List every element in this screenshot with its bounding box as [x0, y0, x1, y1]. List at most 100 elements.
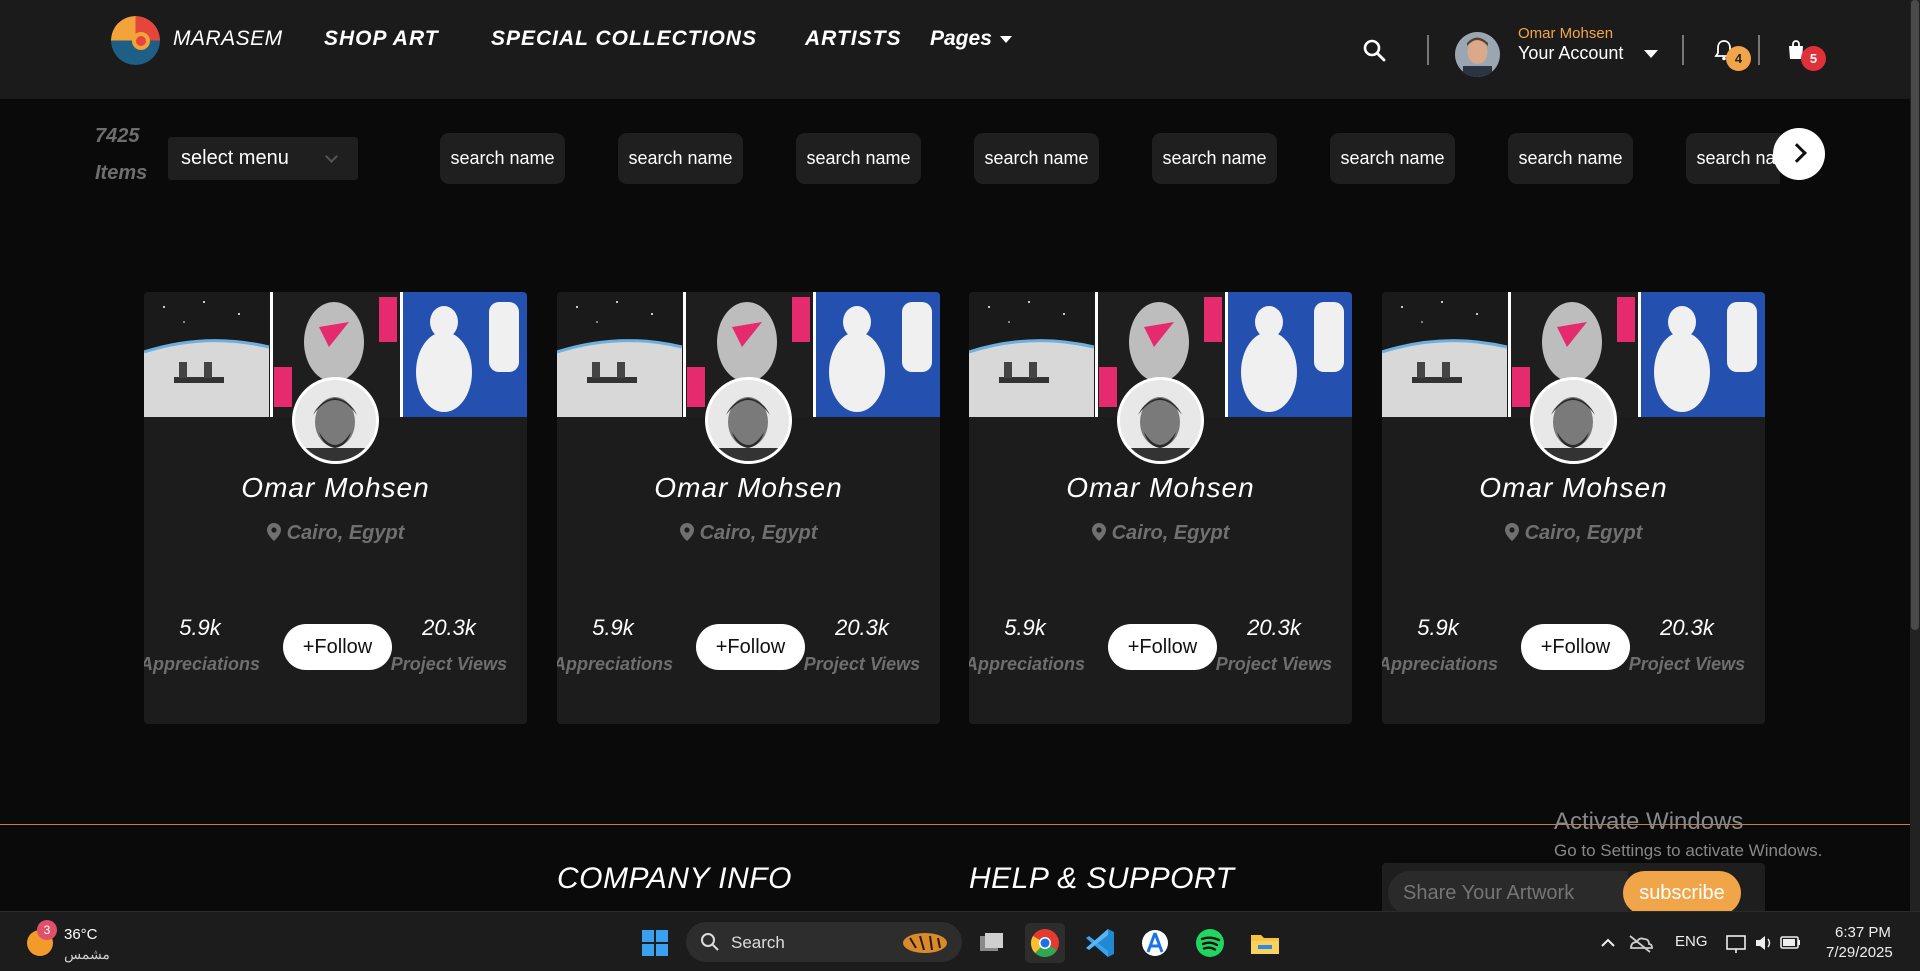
artist-avatar[interactable] [1530, 377, 1617, 464]
taskbar-search-box[interactable]: Search [686, 922, 962, 962]
artist-avatar[interactable] [1117, 377, 1204, 464]
account-avatar[interactable] [1455, 32, 1500, 77]
appreciations-label: Appreciations [144, 654, 261, 674]
follow-button[interactable]: +Follow [696, 624, 805, 670]
chips-next-button[interactable] [1773, 128, 1825, 180]
project-views-label: Project Views [1628, 654, 1746, 674]
account-label[interactable]: Your Account [1518, 43, 1623, 64]
nav-shop-art[interactable]: SHOP ART [324, 27, 439, 51]
search-chip[interactable]: search name [1152, 133, 1277, 184]
artist-location: Cairo, Egypt [144, 522, 527, 547]
task-view-icon[interactable] [971, 923, 1011, 963]
location-pin-icon [1091, 523, 1106, 547]
brand-name[interactable]: MARASEM [173, 27, 283, 51]
share-artwork-input[interactable] [1388, 871, 1628, 915]
vscode-icon[interactable] [1080, 923, 1120, 963]
clock-time[interactable]: 6:37 PM [1835, 924, 1891, 941]
project-views-count: 20.3k [1247, 615, 1301, 640]
windows-start-icon[interactable] [635, 923, 675, 963]
windows-taskbar: 3 36°C مشمس Search ENG 6:37 PM 7/29/2025 [0, 911, 1920, 971]
account-dropdown-caret-icon[interactable] [1644, 50, 1658, 58]
weather-condition[interactable]: مشمس [64, 946, 110, 963]
artist-name[interactable]: Omar Mohsen [969, 472, 1352, 504]
nav-special-collections[interactable]: SPECIAL COLLECTIONS [491, 27, 757, 51]
artist-location: Cairo, Egypt [557, 522, 940, 547]
windows-activation-subtitle: Go to Settings to activate Windows. [1554, 841, 1823, 860]
project-views-count: 20.3k [1660, 615, 1714, 640]
artist-card[interactable]: Omar Mohsen Cairo, Egypt 5.9k Appreciati… [1382, 292, 1765, 724]
project-views-label: Project Views [803, 654, 921, 674]
chrome-icon[interactable] [1025, 923, 1065, 963]
weather-temperature[interactable]: 36°C [64, 926, 98, 943]
search-chip[interactable]: search name [1330, 133, 1455, 184]
nav-pages-dropdown[interactable]: Pages [930, 27, 1012, 51]
select-menu-dropdown[interactable]: select menu [168, 137, 358, 180]
system-tray-network-volume-battery[interactable] [1715, 923, 1815, 963]
search-chip[interactable]: search name [618, 133, 743, 184]
artist-card[interactable]: Omar Mohsen Cairo, Egypt 5.9k Appreciati… [557, 292, 940, 724]
artist-location: Cairo, Egypt [969, 522, 1352, 547]
search-chip[interactable]: search name [1508, 133, 1633, 184]
search-chips-row: search name search name search name sear… [440, 133, 1780, 184]
follow-button[interactable]: +Follow [1108, 624, 1217, 670]
items-count-label: Items [95, 162, 148, 184]
appreciations-label: Appreciations [1382, 654, 1499, 674]
search-chip[interactable]: search name [440, 133, 565, 184]
notification-count-badge: 4 [1726, 46, 1751, 71]
appreciations-label: Appreciations [557, 654, 674, 674]
project-views-label: Project Views [390, 654, 508, 674]
artist-avatar[interactable] [292, 377, 379, 464]
scrollbar-thumb[interactable] [1911, 0, 1919, 630]
marasem-logo[interactable] [111, 16, 160, 65]
file-explorer-icon[interactable] [1245, 923, 1285, 963]
nav-artists[interactable]: ARTISTS [805, 27, 901, 51]
appreciations-label: Appreciations [969, 654, 1086, 674]
search-chip[interactable]: search name [1686, 133, 1780, 184]
search-chip[interactable]: search name [974, 133, 1099, 184]
taskbar-search-label: Search [731, 933, 785, 952]
artist-name[interactable]: Omar Mohsen [144, 472, 527, 504]
language-indicator[interactable]: ENG [1675, 933, 1708, 950]
artist-avatar[interactable] [705, 377, 792, 464]
artist-card[interactable]: Omar Mohsen Cairo, Egypt 5.9k Appreciati… [144, 292, 527, 724]
location-pin-icon [1504, 523, 1519, 547]
divider [1682, 35, 1684, 65]
top-navbar: MARASEM SHOP ART SPECIAL COLLECTIONS ART… [0, 0, 1910, 99]
artist-location-text: Cairo, Egypt [1111, 522, 1230, 544]
search-icon [701, 933, 719, 951]
follow-button[interactable]: +Follow [1521, 624, 1630, 670]
follow-button[interactable]: +Follow [283, 624, 392, 670]
chevron-down-icon [999, 35, 1012, 43]
subscribe-button[interactable]: subscribe [1623, 871, 1741, 915]
artist-location-text: Cairo, Egypt [286, 522, 405, 544]
chevron-down-icon [325, 150, 338, 163]
artist-location-text: Cairo, Egypt [699, 522, 818, 544]
search-icon[interactable] [1362, 38, 1386, 62]
nav-pages-label: Pages [930, 27, 992, 50]
artist-name[interactable]: Omar Mohsen [557, 472, 940, 504]
project-views-count: 20.3k [835, 615, 889, 640]
artist-card[interactable]: Omar Mohsen Cairo, Egypt 5.9k Appreciati… [969, 292, 1352, 724]
spotify-icon[interactable] [1190, 923, 1230, 963]
project-views-label: Project Views [1215, 654, 1333, 674]
windows-activation-title: Activate Windows [1554, 808, 1744, 835]
divider [1427, 35, 1429, 65]
weather-badge: 3 [37, 920, 57, 940]
project-views-count: 20.3k [422, 615, 476, 640]
location-pin-icon [679, 523, 694, 547]
location-pin-icon [266, 523, 281, 547]
page: MARASEM SHOP ART SPECIAL COLLECTIONS ART… [0, 0, 1920, 971]
artist-name[interactable]: Omar Mohsen [1382, 472, 1765, 504]
appreciations-count: 5.9k [1004, 615, 1046, 640]
appreciations-count: 5.9k [592, 615, 634, 640]
tiger-search-highlight-icon [903, 933, 947, 953]
cart-count-badge: 5 [1801, 46, 1826, 71]
artist-location: Cairo, Egypt [1382, 522, 1765, 547]
clock-date[interactable]: 7/29/2025 [1826, 944, 1893, 961]
search-chip[interactable]: search name [796, 133, 921, 184]
items-count-value: 7425 [95, 125, 140, 147]
artist-location-text: Cairo, Egypt [1524, 522, 1643, 544]
app-store-icon[interactable] [1135, 923, 1175, 963]
appreciations-count: 5.9k [179, 615, 221, 640]
onedrive-offline-icon[interactable] [1620, 923, 1660, 963]
